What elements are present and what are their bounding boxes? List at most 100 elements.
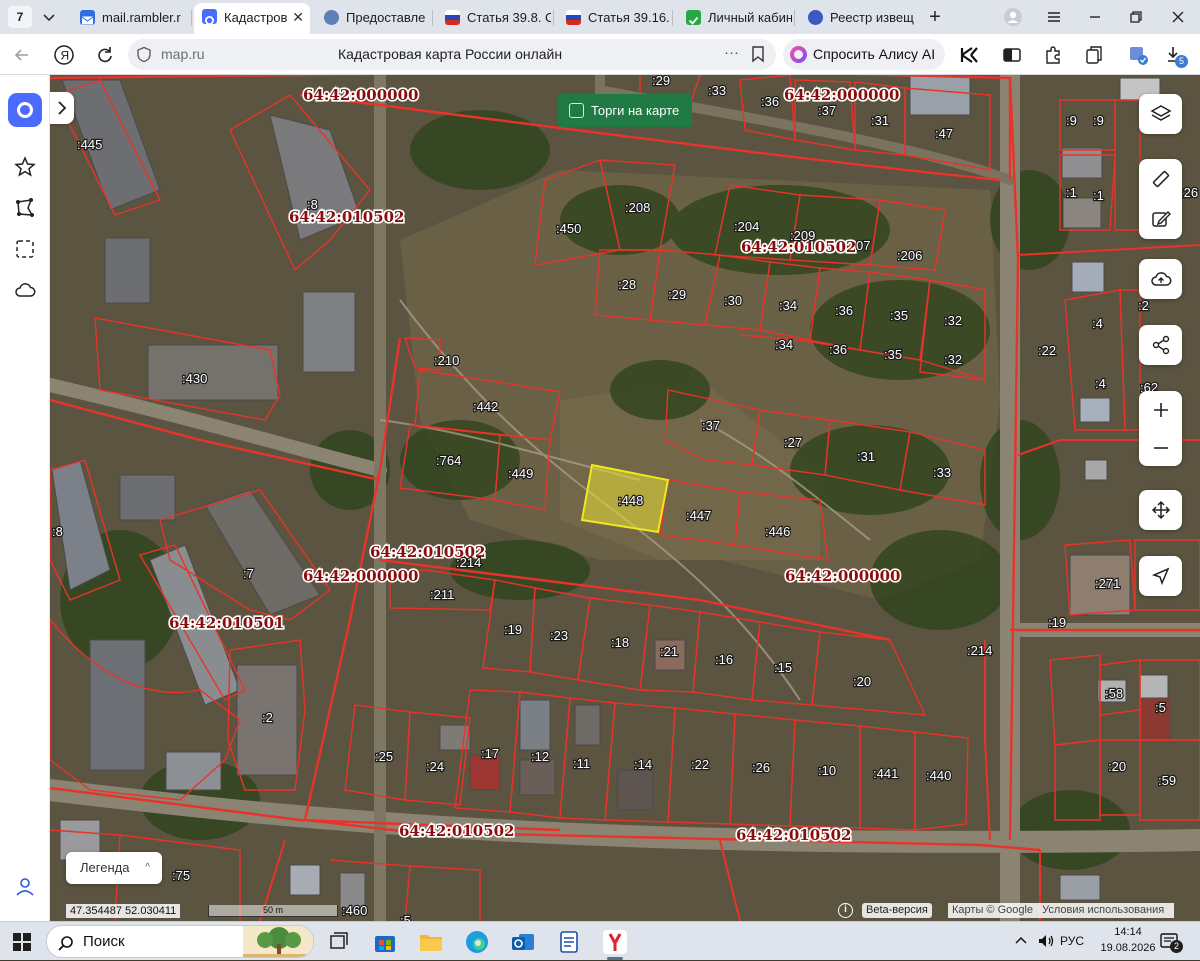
auction-toggle[interactable]: Торги на карте: [558, 94, 692, 127]
close-window-button[interactable]: [1166, 6, 1190, 28]
zoom-in-button[interactable]: [1139, 391, 1182, 429]
tab-count-button[interactable]: 7: [8, 6, 32, 28]
menu-icon[interactable]: [1042, 6, 1066, 28]
downloads-icon[interactable]: 5: [1164, 44, 1188, 68]
plot-label: :27: [784, 435, 802, 450]
pan-control: [1139, 490, 1182, 530]
translate-extension-icon[interactable]: [1127, 44, 1149, 66]
zoom-control: [1139, 391, 1182, 466]
close-icon[interactable]: ✕: [292, 3, 304, 32]
tab-registry[interactable]: Реестр извещ: [800, 4, 918, 31]
app-logo-icon[interactable]: [8, 93, 42, 127]
plot-label: :32: [944, 313, 962, 328]
select-area-icon[interactable]: [13, 237, 37, 261]
plot-label: :5: [400, 913, 411, 921]
locate-arrow-icon[interactable]: [1139, 556, 1182, 596]
windows-start-icon[interactable]: [12, 932, 32, 957]
shield-icon[interactable]: [136, 46, 152, 68]
speaker-icon[interactable]: [1037, 932, 1055, 953]
notifications-icon[interactable]: 2: [1160, 932, 1183, 955]
plot-label: :21: [660, 644, 678, 659]
notepad-icon[interactable]: [555, 928, 583, 956]
ruler-icon[interactable]: [1139, 159, 1182, 199]
edit-icon[interactable]: [1139, 199, 1182, 239]
yandex-logo-icon[interactable]: Я: [52, 43, 76, 67]
mail-icon: [80, 10, 95, 25]
share-icon[interactable]: [1139, 325, 1182, 365]
plot-label: :430: [182, 371, 207, 386]
store-icon[interactable]: [371, 928, 399, 956]
bookmark-icon[interactable]: [750, 45, 766, 68]
quarter-label: 64:42:000000: [784, 86, 899, 104]
yandex-browser-icon[interactable]: [601, 928, 629, 956]
reload-icon[interactable]: [93, 43, 117, 67]
legend-button[interactable]: Легенда ^: [66, 852, 162, 884]
extensions-puzzle-icon[interactable]: [1042, 44, 1064, 66]
quarter-label: 64:42:000000: [303, 567, 418, 585]
tab-provision[interactable]: Предоставле: [316, 4, 430, 31]
tab-mail[interactable]: mail.rambler.r: [72, 4, 190, 31]
chevron-up-icon[interactable]: [1014, 933, 1028, 950]
draw-tools: [1139, 159, 1182, 239]
tab-personal-account[interactable]: Личный кабин: [678, 4, 792, 31]
plot-label: :214: [967, 643, 992, 658]
plot-label: :28: [618, 277, 636, 292]
minimize-button[interactable]: [1083, 6, 1107, 28]
plot-label: :1: [1093, 188, 1104, 203]
map-attribution: Карты © Google Условия использования: [948, 903, 1175, 918]
plot-label: :36: [835, 303, 853, 318]
cadastral-map[interactable]: 64:42:000000 64:42:000000 64:42:010502 6…: [50, 75, 1200, 921]
more-icon[interactable]: ···: [724, 44, 739, 61]
plot-label: :210: [434, 353, 459, 368]
file-explorer-icon[interactable]: [417, 928, 445, 956]
clock[interactable]: 14:14 19.08.2026: [1098, 924, 1158, 956]
profile-avatar[interactable]: [1001, 6, 1025, 28]
extension-k-icon[interactable]: [958, 44, 980, 66]
new-tab-button[interactable]: +: [923, 6, 947, 28]
task-view-icon[interactable]: [325, 928, 353, 956]
plot-label: :35: [890, 308, 908, 323]
cloud-upload-icon[interactable]: [1139, 259, 1182, 299]
chevron-down-icon[interactable]: [38, 6, 60, 28]
map-canvas[interactable]: 64:42:000000 64:42:000000 64:42:010502 6…: [50, 75, 1200, 921]
back-icon[interactable]: [10, 43, 34, 67]
plot-label: :442: [473, 399, 498, 414]
collections-icon[interactable]: [1083, 44, 1105, 66]
plot-label: :30: [724, 293, 742, 308]
plot-label: :14: [634, 757, 652, 772]
plot-label: :8: [307, 197, 318, 212]
tab-article-39-8[interactable]: Статья 39.8. С: [437, 4, 551, 31]
expand-panel-button[interactable]: [50, 92, 74, 124]
plot-label: :33: [933, 465, 951, 480]
plot-label: :9: [1066, 113, 1077, 128]
locate-control: [1139, 556, 1182, 596]
taskbar-search[interactable]: Поиск: [46, 925, 314, 958]
cloud-icon[interactable]: [13, 278, 37, 302]
tab-cadastre[interactable]: Кадастров ✕: [194, 3, 310, 34]
user-icon[interactable]: [13, 875, 37, 899]
plot-label: :47: [935, 126, 953, 141]
zoom-out-button[interactable]: [1139, 429, 1182, 466]
tab-screen-icon[interactable]: [1001, 44, 1023, 66]
tab-label: Статья 39.16.: [588, 10, 670, 25]
ask-alice-button[interactable]: Спросить Алису AI: [783, 39, 945, 70]
plot-label: :16: [715, 652, 733, 667]
restore-button[interactable]: [1124, 6, 1148, 28]
language-indicator[interactable]: РУС: [1060, 934, 1084, 948]
layers-icon[interactable]: [1139, 94, 1182, 134]
outlook-icon[interactable]: [509, 928, 537, 956]
plot-label: :31: [871, 113, 889, 128]
star-icon[interactable]: [13, 155, 37, 179]
tab-label: mail.rambler.r: [102, 10, 181, 25]
address-bar[interactable]: map.ru Кадастровая карта России онлайн ·…: [128, 39, 776, 70]
move-arrows-icon[interactable]: [1139, 490, 1182, 530]
info-icon[interactable]: i: [838, 903, 853, 918]
page-title: Кадастровая карта России онлайн: [338, 46, 563, 62]
edge-icon[interactable]: [463, 928, 491, 956]
plot-label: :25: [375, 749, 393, 764]
auction-checkbox[interactable]: [569, 103, 584, 118]
tab-label: Реестр извещ: [830, 10, 914, 25]
polygon-tool-icon[interactable]: [13, 196, 37, 220]
tab-article-39-16[interactable]: Статья 39.16.: [558, 4, 670, 31]
terms-link[interactable]: Условия использования: [1042, 904, 1164, 916]
